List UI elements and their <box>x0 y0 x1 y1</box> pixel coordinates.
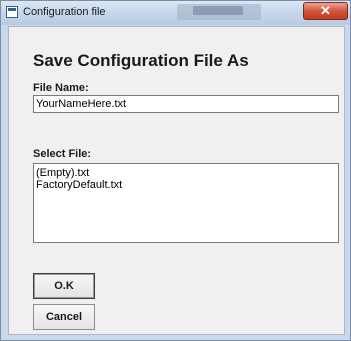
file-list[interactable]: (Empty).txt FactoryDefault.txt <box>33 163 339 243</box>
close-button[interactable]: ✕ <box>303 2 348 20</box>
dialog-heading: Save Configuration File As <box>33 51 249 70</box>
ok-button[interactable]: O.K <box>33 273 95 299</box>
file-name-label: File Name: <box>33 82 89 94</box>
cancel-button[interactable]: Cancel <box>33 304 95 330</box>
title-bar[interactable]: Configuration file ✕ <box>1 1 350 25</box>
list-item[interactable]: FactoryDefault.txt <box>36 179 336 191</box>
configuration-file-window: Configuration file ✕ Save Configuration … <box>0 0 351 341</box>
file-name-input[interactable] <box>33 95 339 113</box>
background-window-tab <box>177 4 261 20</box>
close-icon: ✕ <box>320 3 331 18</box>
app-icon <box>6 6 18 18</box>
list-item[interactable]: (Empty).txt <box>36 167 336 179</box>
window-title: Configuration file <box>23 6 106 18</box>
select-file-label: Select File: <box>33 148 92 160</box>
dialog-body: Save Configuration File As File Name: Se… <box>8 26 345 335</box>
